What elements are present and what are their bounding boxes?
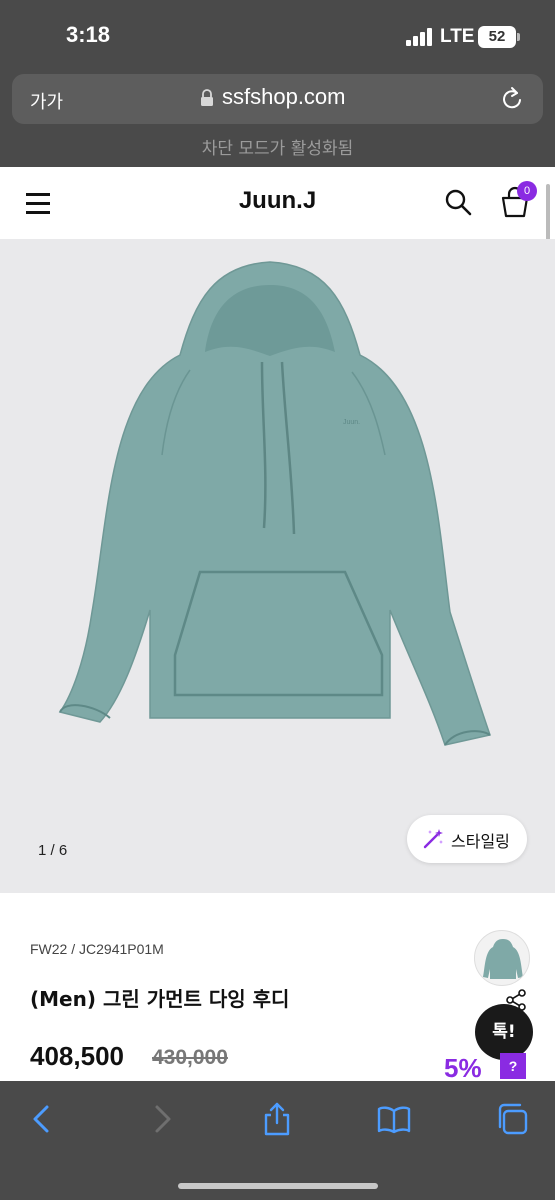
image-page-indicator: 1 / 6 [38, 842, 68, 859]
reload-icon[interactable] [500, 86, 524, 112]
network-type: LTE [440, 26, 475, 47]
battery-icon: 52 [478, 26, 516, 48]
signal-icon [406, 28, 434, 46]
back-icon[interactable] [24, 1101, 60, 1137]
status-bar: 3:18 LTE 52 [0, 0, 555, 70]
product-image: Juun. [58, 261, 491, 746]
styling-button-label: 스타일링 [451, 832, 510, 851]
discount-rate: 5% [444, 1053, 482, 1081]
status-time: 3:18 [66, 22, 111, 47]
share-sheet-icon[interactable] [259, 1101, 295, 1137]
url-text[interactable]: ssfshop.com [222, 84, 346, 110]
block-mode-banner: 차단 모드가 활성화됨 [201, 139, 354, 159]
bookmarks-icon[interactable] [376, 1101, 412, 1137]
address-bar[interactable]: 가가 ssfshop.com [12, 74, 543, 124]
magic-wand-icon [423, 829, 443, 849]
site-header: Juun.J [0, 167, 555, 239]
svg-text:Juun.: Juun. [343, 419, 360, 426]
tabs-icon[interactable] [494, 1101, 530, 1137]
reader-settings-button[interactable]: 가가 [30, 88, 63, 114]
product-name: (Men) 그린 가먼트 다잉 후디 [30, 987, 290, 1011]
lock-icon [201, 89, 213, 106]
battery-tip [517, 33, 520, 41]
discount-help-button[interactable]: ? [500, 1053, 526, 1079]
thumbnail-hoodie-image [483, 939, 523, 979]
original-price: 430,000 [152, 1046, 228, 1069]
product-image-gallery[interactable]: Juun. 1 / 6 스타일링 [0, 239, 555, 893]
product-thumbnail[interactable] [474, 930, 530, 986]
product-code: FW22 / JC2941P01M [30, 941, 164, 957]
talk-chat-button[interactable]: 톡! [475, 1004, 533, 1060]
forward-icon[interactable] [144, 1101, 180, 1137]
home-indicator [178, 1183, 378, 1189]
styling-button[interactable]: 스타일링 [407, 815, 527, 863]
sale-price: 408,500 [30, 1041, 124, 1071]
cart-count-badge: 0 [517, 181, 537, 201]
search-icon[interactable] [444, 188, 472, 216]
scroll-indicator [546, 184, 550, 244]
product-info: FW22 / JC2941P01M (Men) 그린 가먼트 다잉 후디 408… [0, 893, 555, 1081]
